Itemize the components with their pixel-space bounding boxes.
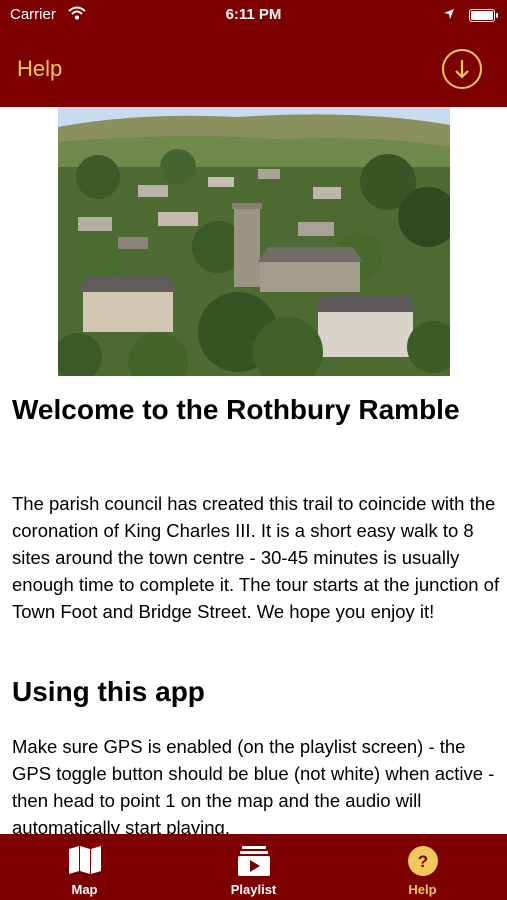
tab-playlist-label: Playlist: [230, 882, 277, 897]
intro-paragraph: The parish council has created this trai…: [12, 493, 500, 622]
tab-help-label: Help: [408, 882, 437, 897]
tab-playlist[interactable]: Playlist: [169, 834, 338, 900]
nav-bar: Help: [0, 30, 507, 107]
tab-help[interactable]: ? Help: [338, 834, 507, 900]
svg-text:?: ?: [417, 852, 427, 871]
battery-icon: [469, 9, 498, 22]
tab-map-label: Map: [71, 882, 98, 897]
instructions-paragraph: Make sure GPS is enabled (on the playlis…: [12, 736, 495, 834]
playlist-icon: [237, 846, 271, 881]
using-app-heading: Using this app: [12, 676, 205, 707]
download-button[interactable]: [442, 49, 482, 89]
hero-image: [58, 107, 450, 376]
status-time: 6:11 PM: [225, 6, 282, 23]
page-title: Help: [17, 56, 63, 81]
help-icon: ?: [407, 846, 439, 883]
help-content[interactable]: Welcome to the Rothbury Ramble The paris…: [0, 107, 507, 834]
welcome-heading: Welcome to the Rothbury Ramble: [12, 394, 460, 425]
location-arrow-icon: [443, 7, 455, 24]
map-icon: [68, 846, 102, 879]
tab-map[interactable]: Map: [0, 834, 169, 900]
status-bar: Carrier 6:11 PM: [0, 0, 507, 30]
tab-bar: Map Playlist ? Help: [0, 834, 507, 900]
